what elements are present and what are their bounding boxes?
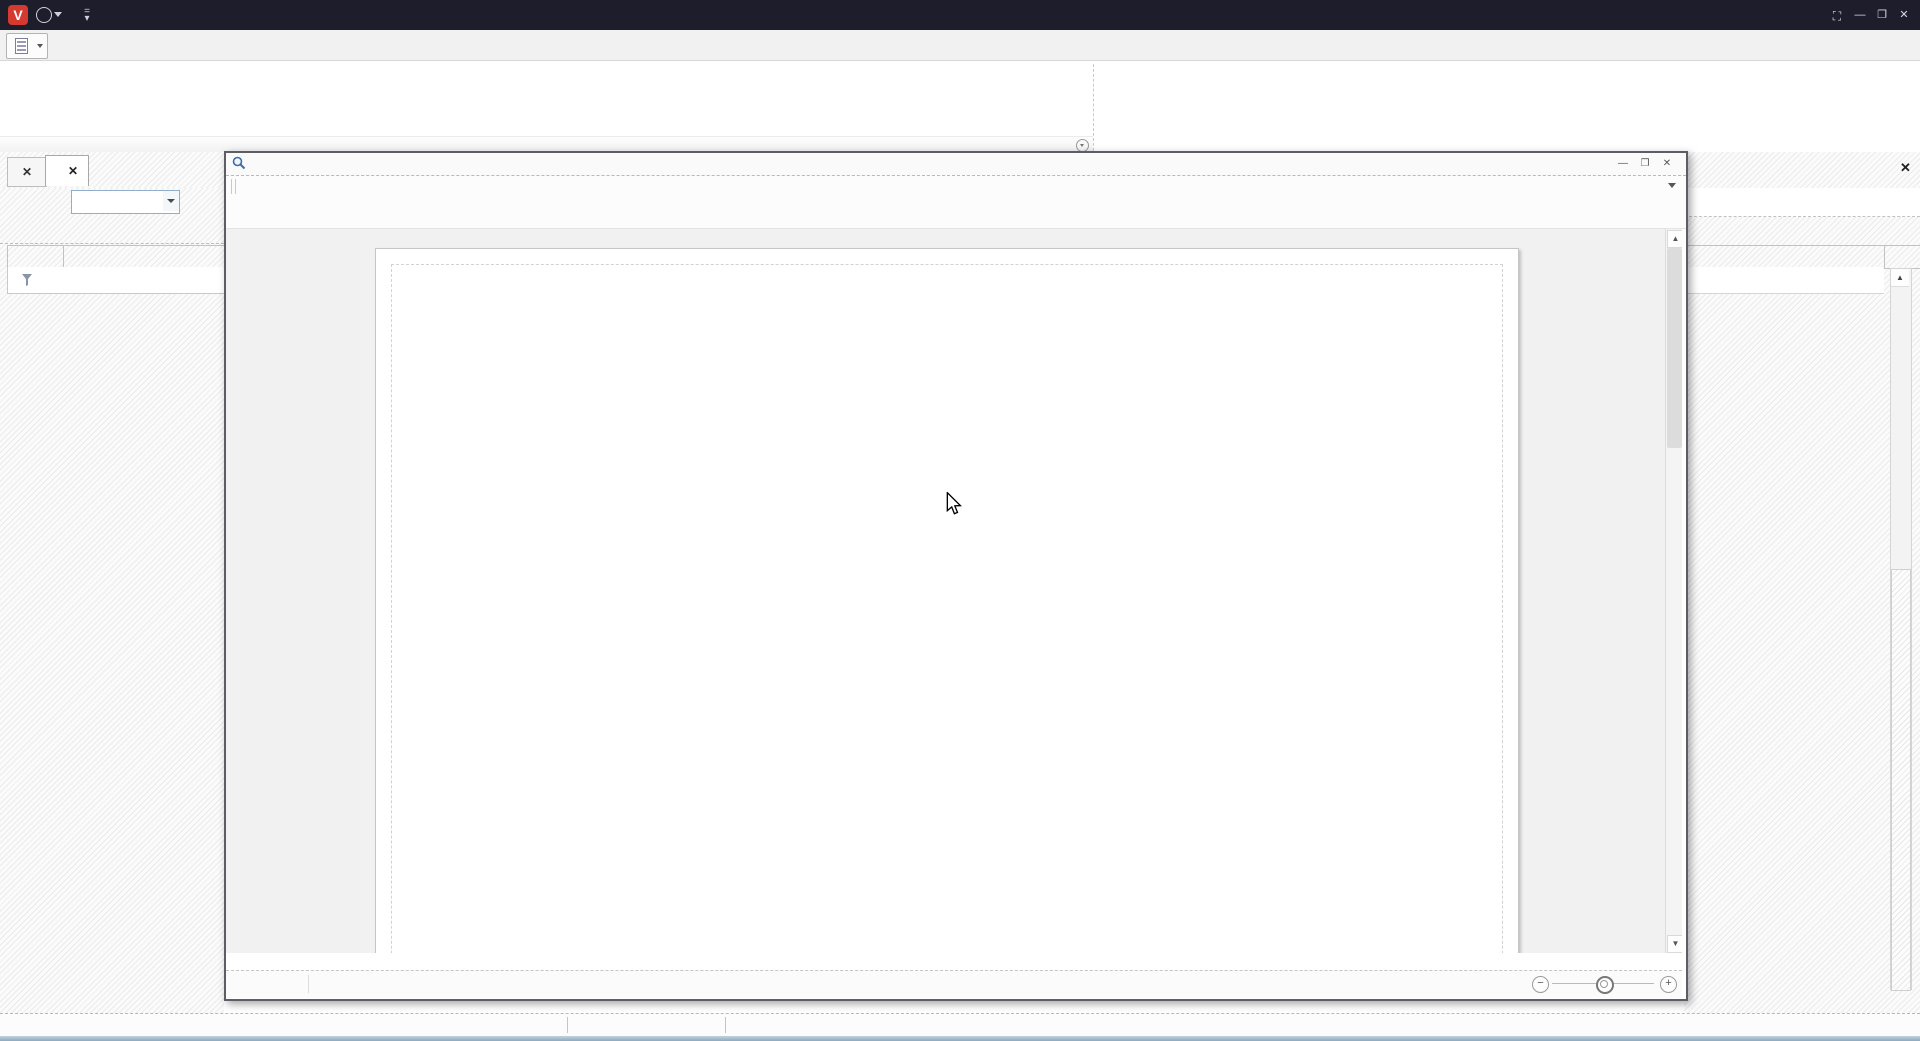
preview-minimize-icon[interactable]: — bbox=[1614, 157, 1632, 171]
preview-statusbar: − + bbox=[226, 970, 1682, 998]
page-margin-guides bbox=[391, 264, 1503, 953]
grid-filter-row[interactable] bbox=[7, 267, 224, 294]
minimize-icon[interactable]: — bbox=[1852, 7, 1868, 23]
maximize-icon[interactable]: ❐ bbox=[1874, 7, 1890, 23]
window-bottom-edge bbox=[0, 1036, 1920, 1041]
scroll-up-icon[interactable]: ▲ bbox=[1891, 269, 1909, 287]
close-icon[interactable]: ✕ bbox=[1896, 7, 1912, 23]
filter-funnel-icon[interactable] bbox=[22, 273, 32, 291]
grid-filter-cell[interactable] bbox=[1684, 267, 1884, 294]
preview-window: — ❐ ✕ bbox=[224, 151, 1688, 1001]
preview-maximize-icon[interactable]: ❐ bbox=[1636, 157, 1654, 171]
scroll-down-icon[interactable]: ▼ bbox=[1667, 935, 1682, 953]
right-grid-fragment: ✕ ▲ bbox=[1684, 152, 1920, 1015]
panel-close-icon[interactable]: ✕ bbox=[1900, 160, 1911, 176]
column-header-ghi-chu[interactable] bbox=[1684, 245, 1920, 269]
page-icon bbox=[15, 38, 28, 54]
filter-row-fragment bbox=[1684, 188, 1920, 217]
ribbon-tab-row bbox=[0, 30, 1920, 61]
preview-magnifier-icon bbox=[232, 156, 246, 175]
preview-vertical-scrollbar[interactable]: ▲ ▼ bbox=[1665, 229, 1682, 953]
grid-header-row[interactable] bbox=[7, 245, 224, 269]
preview-toolbar bbox=[226, 197, 1686, 229]
titlebar: V =▾ — ❐ ✕ bbox=[0, 0, 1920, 30]
tab-tong-hop-noi-dung-thu-chi[interactable]: ✕ bbox=[45, 155, 89, 186]
app-menu-button[interactable] bbox=[6, 33, 48, 59]
preview-canvas[interactable]: ▲ ▼ ◀ ▶ bbox=[226, 229, 1682, 953]
tab-list-close-button[interactable]: ✕ bbox=[7, 157, 47, 187]
app-statusbar bbox=[0, 1013, 1920, 1037]
report-form-panel bbox=[0, 188, 224, 1015]
application-window: V =▾ — ❐ ✕ ✕ ✕ bbox=[0, 0, 1920, 1041]
scrollbar-thumb[interactable] bbox=[1891, 569, 1911, 991]
report-page bbox=[375, 248, 1519, 953]
preview-close-icon[interactable]: ✕ bbox=[1658, 157, 1676, 171]
menubar-overflow-icon[interactable] bbox=[1668, 183, 1676, 188]
zoom-out-button[interactable]: − bbox=[1532, 976, 1549, 993]
zoom-slider-knob[interactable] bbox=[1596, 976, 1614, 994]
from-date-combobox[interactable] bbox=[71, 190, 180, 214]
preview-menubar bbox=[226, 176, 1686, 197]
menu-background[interactable] bbox=[326, 178, 338, 182]
mouse-cursor bbox=[946, 492, 962, 521]
zoom-in-button[interactable]: + bbox=[1660, 976, 1677, 993]
menu-file[interactable] bbox=[246, 178, 258, 182]
grid-corner-cell bbox=[8, 246, 64, 268]
scroll-up-icon[interactable]: ▲ bbox=[1667, 230, 1682, 248]
combo-dropdown-icon[interactable] bbox=[163, 191, 179, 211]
date-filter-row bbox=[0, 188, 224, 216]
fullscreen-icon[interactable] bbox=[1828, 7, 1846, 25]
vertical-scrollbar[interactable]: ▲ bbox=[1890, 268, 1912, 990]
ribbon bbox=[0, 61, 1920, 136]
tab-close-icon[interactable]: ✕ bbox=[68, 164, 78, 178]
menu-view[interactable] bbox=[284, 178, 296, 182]
window-title bbox=[0, 0, 1920, 30]
divider bbox=[0, 243, 224, 244]
preview-titlebar[interactable]: — ❐ ✕ bbox=[226, 153, 1686, 176]
scrollbar-thumb[interactable] bbox=[1667, 248, 1682, 448]
